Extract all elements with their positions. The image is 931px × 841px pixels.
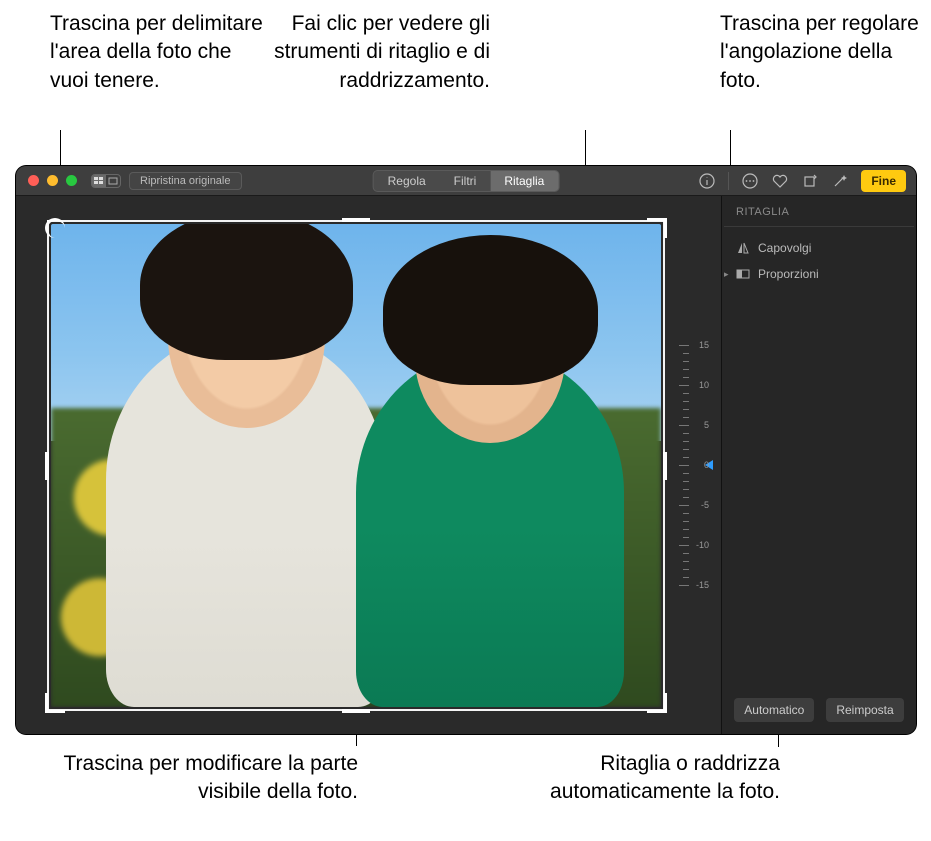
dial-label: 10 bbox=[699, 380, 709, 390]
callout-pan: Trascina per modificare la parte visibil… bbox=[58, 750, 358, 807]
dial-tick bbox=[683, 513, 689, 514]
dial-tick-major bbox=[679, 385, 689, 386]
callout-crop-tools: Fai clic per vedere gli strumenti di rit… bbox=[260, 10, 490, 95]
dial-label: 0 bbox=[704, 460, 709, 470]
editor-canvas-area: 15 10 5 0 -5 -10 -15 bbox=[16, 196, 721, 734]
view-toggle[interactable] bbox=[91, 174, 121, 188]
dial-tick-major bbox=[679, 505, 689, 506]
dial-tick bbox=[683, 401, 689, 402]
dial-label: -10 bbox=[696, 540, 709, 550]
dial-tick bbox=[683, 449, 689, 450]
zoom-window-button[interactable] bbox=[66, 175, 77, 186]
crop-canvas[interactable] bbox=[51, 224, 661, 707]
edit-mode-tabs: Regola Filtri Ritaglia bbox=[373, 170, 560, 192]
dial-tick bbox=[683, 353, 689, 354]
chevron-right-icon: ▸ bbox=[724, 269, 729, 280]
dial-tick-major bbox=[679, 425, 689, 426]
crop-edge-left[interactable] bbox=[47, 220, 49, 711]
photo-region bbox=[106, 330, 387, 707]
aspect-icon bbox=[736, 267, 750, 281]
callout-angle: Trascina per regolare l'angolazione dell… bbox=[720, 10, 920, 95]
tab-filters[interactable]: Filtri bbox=[440, 171, 491, 191]
callout-crop-area: Trascina per delimitare l'area della fot… bbox=[50, 10, 270, 95]
dial-tick-major bbox=[679, 465, 689, 466]
dial-tick bbox=[683, 457, 689, 458]
dial-tick-major bbox=[679, 545, 689, 546]
tab-adjust[interactable]: Regola bbox=[374, 171, 440, 191]
dial-label: 15 bbox=[699, 340, 709, 350]
dial-tick bbox=[683, 377, 689, 378]
dial-tick bbox=[683, 433, 689, 434]
sidebar-item-label: Capovolgi bbox=[758, 241, 811, 255]
minimize-window-button[interactable] bbox=[47, 175, 58, 186]
divider bbox=[728, 172, 729, 190]
restore-original-button[interactable]: Ripristina originale bbox=[129, 172, 242, 190]
dial-tick bbox=[683, 369, 689, 370]
dial-tick bbox=[683, 577, 689, 578]
dial-label: 5 bbox=[704, 420, 709, 430]
info-icon[interactable] bbox=[698, 172, 716, 190]
dial-tick bbox=[683, 497, 689, 498]
toolbar-right: Fine bbox=[698, 170, 916, 192]
dial-tick bbox=[683, 561, 689, 562]
crop-handle-top[interactable] bbox=[342, 218, 370, 222]
dial-tick bbox=[683, 361, 689, 362]
dial-label: -15 bbox=[696, 580, 709, 590]
callout-leader bbox=[585, 130, 586, 170]
sidebar-footer: Automatico Reimposta bbox=[722, 698, 916, 722]
rotate-icon[interactable] bbox=[801, 172, 819, 190]
auto-crop-button[interactable]: Automatico bbox=[734, 698, 814, 722]
flip-icon bbox=[736, 241, 750, 255]
more-icon[interactable] bbox=[741, 172, 759, 190]
dial-tick bbox=[683, 417, 689, 418]
titlebar: Ripristina originale Regola Filtri Ritag… bbox=[16, 166, 916, 196]
dial-tick bbox=[683, 473, 689, 474]
favorite-icon[interactable] bbox=[771, 172, 789, 190]
sidebar-item-label: Proporzioni bbox=[758, 267, 819, 281]
reset-crop-button[interactable]: Reimposta bbox=[826, 698, 903, 722]
dial-tick bbox=[683, 489, 689, 490]
single-view-icon bbox=[106, 175, 120, 187]
dial-tick-major bbox=[679, 585, 689, 586]
dial-tick bbox=[683, 441, 689, 442]
dial-tick bbox=[683, 529, 689, 530]
editor-window: Ripristina originale Regola Filtri Ritag… bbox=[16, 166, 916, 734]
dial-tick bbox=[683, 537, 689, 538]
dial-tick bbox=[683, 521, 689, 522]
enhance-icon[interactable] bbox=[831, 172, 849, 190]
done-button[interactable]: Fine bbox=[861, 170, 906, 192]
callout-auto: Ritaglia o raddrizza automaticamente la … bbox=[440, 750, 780, 807]
straighten-dial[interactable]: 151050-5-10-15 bbox=[659, 345, 709, 585]
crop-sidebar: RITAGLIA Capovolgi ▸ Proporzioni Automat… bbox=[721, 196, 916, 734]
dial-tick bbox=[683, 569, 689, 570]
dial-tick bbox=[683, 481, 689, 482]
sidebar-item-flip[interactable]: Capovolgi bbox=[724, 235, 914, 261]
grid-view-icon bbox=[92, 175, 106, 187]
dial-tick bbox=[683, 553, 689, 554]
close-window-button[interactable] bbox=[28, 175, 39, 186]
dial-tick-major bbox=[679, 345, 689, 346]
window-controls bbox=[16, 175, 77, 186]
tab-crop[interactable]: Ritaglia bbox=[490, 171, 558, 191]
sidebar-title: RITAGLIA bbox=[724, 206, 914, 227]
photo-preview[interactable] bbox=[51, 224, 661, 707]
crop-handle-bottom[interactable] bbox=[342, 709, 370, 713]
dial-tick bbox=[683, 409, 689, 410]
dial-label: -5 bbox=[701, 500, 709, 510]
dial-tick bbox=[683, 393, 689, 394]
crop-edge-bottom[interactable] bbox=[47, 709, 665, 711]
crop-handle-left[interactable] bbox=[45, 452, 49, 480]
photo-region bbox=[356, 350, 624, 707]
sidebar-item-aspect[interactable]: ▸ Proporzioni bbox=[724, 261, 914, 287]
crop-edge-top[interactable] bbox=[47, 220, 665, 222]
